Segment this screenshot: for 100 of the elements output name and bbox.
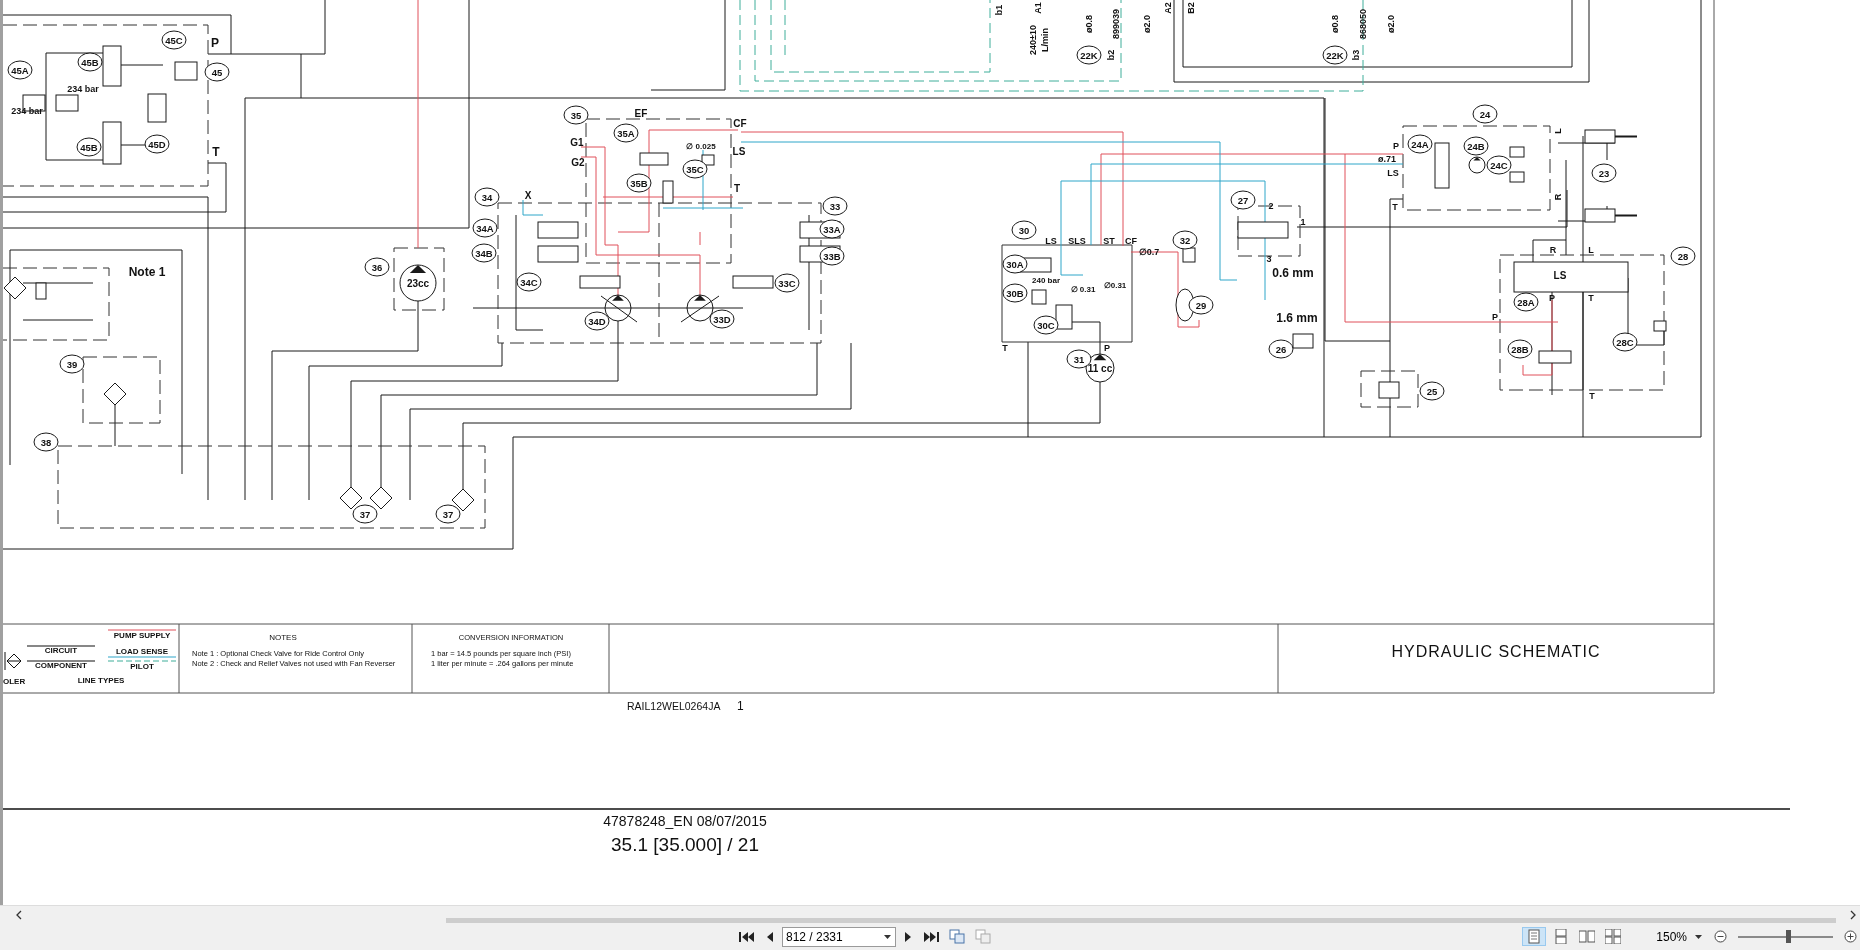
pages-icon — [949, 929, 965, 944]
callout-bubble: 45A — [7, 60, 33, 80]
diagram-label: T — [212, 145, 220, 159]
valve-symbol — [537, 245, 579, 263]
diagram-label: LS — [732, 146, 746, 157]
previous-page-icon — [765, 930, 775, 943]
valve-symbol — [1292, 333, 1314, 349]
callout-bubble: 45 — [204, 62, 230, 82]
zoom-in-icon — [1844, 930, 1857, 943]
diagram-label: R — [1549, 245, 1557, 255]
last-page-icon — [923, 930, 939, 943]
filter-symbol — [339, 486, 363, 510]
diagram-label: G1 — [570, 137, 584, 148]
view-mode-button[interactable] — [1522, 927, 1547, 946]
valve-symbol — [537, 221, 579, 239]
valve-symbol — [1237, 221, 1289, 239]
diagram-label: 0.6 mm — [1272, 266, 1314, 280]
valve-symbol — [1182, 247, 1196, 263]
diagram-label: ∅ 0.025 — [686, 142, 716, 151]
dropdown-caret-icon — [884, 933, 892, 940]
pump-symbol — [1468, 156, 1486, 174]
page-number-field[interactable]: 812 / 2331 — [782, 926, 896, 947]
notes-heading: NOTES — [269, 633, 297, 642]
diagram-label: 23cc — [406, 278, 430, 289]
pump-symbol — [686, 294, 714, 322]
callout-bubble: 35B — [626, 173, 652, 193]
diagram-label: SLS — [1068, 236, 1086, 246]
diagram-label: ∅0.7 — [1138, 247, 1160, 257]
diagram-label: CF — [1125, 236, 1137, 246]
zoom-out-button[interactable] — [1711, 929, 1730, 944]
dropdown-caret-icon — [1695, 933, 1703, 940]
callout-bubble: 27 — [1230, 190, 1256, 210]
callout-bubble: 24A — [1407, 134, 1433, 154]
diagram-label: ST — [1103, 236, 1115, 246]
diagram-label: B2 — [1186, 2, 1197, 14]
valve-symbol — [662, 180, 674, 204]
callout-bubble: 24 — [1472, 104, 1498, 124]
callout-bubble: 23 — [1591, 163, 1617, 183]
chevron-left-icon — [15, 909, 23, 920]
diagram-label: A1 — [1033, 2, 1044, 14]
valve-symbol — [1031, 289, 1047, 305]
callout-bubble: 32 — [1172, 230, 1198, 250]
callout-bubble: 37 — [352, 504, 378, 524]
diagram-label: b3 — [1351, 49, 1362, 61]
zoom-in-button[interactable] — [1841, 929, 1860, 944]
callout-bubble: 45D — [144, 134, 170, 154]
callout-bubble: 35 — [563, 105, 589, 125]
valve-symbol — [35, 282, 47, 300]
diagram-label: CF — [733, 118, 747, 129]
zoom-out-icon — [1714, 930, 1727, 943]
callout-bubble: 33C — [774, 273, 800, 293]
diagram-label: G2 — [571, 157, 585, 168]
diagram-label: ø.71 — [1378, 154, 1396, 164]
callout-bubble: 36 — [364, 257, 390, 277]
callout-bubble: 24C — [1486, 155, 1512, 175]
continuous-pages-icon — [1553, 929, 1570, 944]
diagram-label: 240 bar — [1032, 276, 1060, 285]
valve-symbol — [701, 154, 715, 166]
document-reference: 47878248_EN 08/07/2015 — [603, 813, 767, 829]
callout-bubble: 39 — [59, 354, 85, 374]
diagram-label: R — [1553, 193, 1564, 201]
valve-symbol — [579, 275, 621, 289]
line-type-label: CIRCUIT — [44, 646, 78, 655]
cylinder-symbol — [1584, 208, 1638, 223]
diagram-label: 868050 — [1358, 9, 1369, 39]
callout-bubble: 45B — [77, 52, 103, 72]
line-type-label: COMPONENT — [35, 661, 87, 670]
zoom-slider-thumb[interactable] — [1786, 930, 1792, 943]
diagram-label: 899039 — [1111, 9, 1122, 39]
callout-bubble: 33B — [819, 246, 845, 266]
diagram-label: b1 — [994, 4, 1005, 16]
callout-bubble: 33 — [822, 196, 848, 216]
pump-symbol — [399, 264, 437, 302]
diagram-label: 234 bar — [67, 84, 99, 94]
callout-bubble: 34B — [471, 243, 497, 263]
diagram-label: L — [1588, 245, 1594, 255]
valve-symbol — [1653, 320, 1667, 332]
valve-symbol — [1509, 171, 1525, 183]
callout-bubble: 25 — [1419, 381, 1445, 401]
callout-bubble: 28B — [1507, 339, 1533, 359]
callout-bubble: 45B — [76, 137, 102, 157]
diagram-label: P — [211, 36, 219, 50]
diagram-label: ø2.0 — [1142, 15, 1153, 33]
valve-symbol — [1055, 304, 1073, 330]
chevron-right-icon — [1849, 909, 1857, 920]
diagram-label: ø0.8 — [1084, 15, 1095, 33]
line-type-sample — [107, 629, 177, 631]
zoom-level-dropdown[interactable]: 150% — [1652, 927, 1707, 946]
diagram-label: L/min — [1040, 28, 1051, 52]
horizontal-scrollbar[interactable] — [0, 905, 1860, 923]
diagram-label: T — [733, 183, 741, 194]
diagram-label: Note 1 — [128, 265, 166, 279]
cylinder-symbol — [1584, 129, 1638, 144]
diagram-label: 1.6 mm — [1276, 311, 1318, 325]
diagram-label: 11 cc — [1087, 363, 1113, 374]
diagram-label: LS — [1553, 270, 1567, 281]
callout-bubble: 37 — [435, 504, 461, 524]
valve-symbol — [639, 152, 669, 166]
diagram-label: b2 — [1106, 49, 1117, 61]
legend-heading: LINE TYPES — [77, 676, 125, 685]
